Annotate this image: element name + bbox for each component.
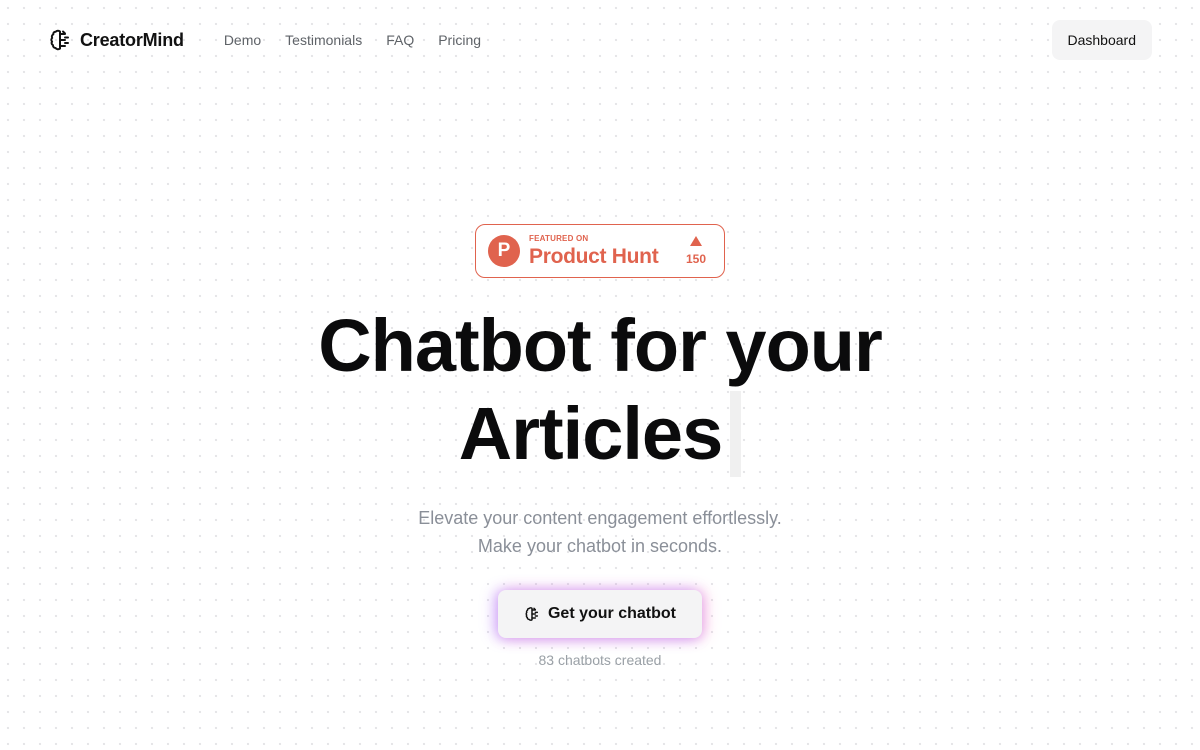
upvote-arrow-icon	[689, 236, 702, 246]
page-title: Chatbot for your Articles	[0, 302, 1200, 478]
nav-link-demo[interactable]: Demo	[224, 32, 261, 48]
get-chatbot-button[interactable]: Get your chatbot	[498, 590, 702, 638]
upvote-count: 150	[685, 252, 706, 266]
cta-label: Get your chatbot	[547, 605, 676, 622]
product-hunt-logo-icon: P	[488, 235, 520, 267]
featured-on-label: FEATURED ON	[529, 234, 589, 243]
typing-cursor	[730, 391, 742, 477]
subtitle-line-2: Make your chatbot in seconds.	[477, 536, 723, 556]
product-hunt-badge[interactable]: P FEATURED ON Product Hunt 150	[475, 224, 725, 278]
subtitle-line-1: Elevate your content engagement effortle…	[418, 508, 782, 528]
nav-link-faq[interactable]: FAQ	[386, 32, 414, 48]
headline-typed-word: Articles	[458, 392, 723, 475]
nav-link-pricing[interactable]: Pricing	[438, 32, 481, 48]
nav-link-testimonials[interactable]: Testimonials	[285, 32, 362, 48]
main-nav: Demo Testimonials FAQ Pricing	[224, 32, 481, 48]
product-hunt-text: FEATURED ON Product Hunt	[529, 234, 659, 268]
brain-icon	[524, 606, 540, 622]
chatbots-created-count: 83 chatbots created	[538, 652, 662, 668]
hero-subtitle: Elevate your content engagement effortle…	[0, 504, 1200, 560]
brand-name: CreatorMind	[80, 29, 184, 50]
site-header: CreatorMind Demo Testimonials FAQ Pricin…	[0, 0, 1200, 80]
brain-icon	[48, 28, 72, 52]
upvote-counter: 150	[686, 236, 706, 266]
dashboard-button[interactable]: Dashboard	[1051, 20, 1152, 60]
brand-logo-link[interactable]: CreatorMind	[48, 28, 184, 52]
product-hunt-label: Product Hunt	[529, 245, 659, 268]
headline-line-2: Articles	[0, 390, 1200, 478]
headline-line-1: Chatbot for your	[318, 304, 883, 387]
